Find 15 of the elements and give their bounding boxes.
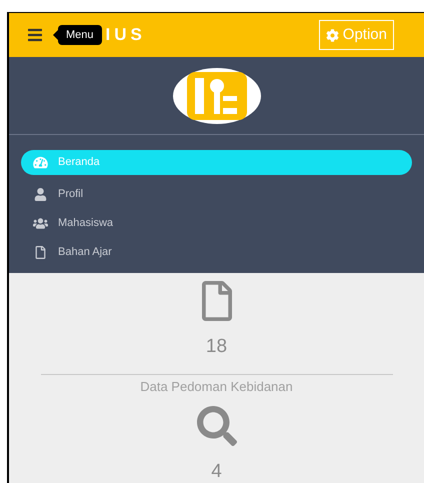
stat-value: 18 bbox=[206, 335, 228, 359]
menu-tooltip: Menu bbox=[58, 24, 102, 46]
settings-icon bbox=[326, 28, 339, 42]
app-title: IUS bbox=[106, 24, 146, 46]
search-icon bbox=[196, 406, 236, 446]
nav-item[interactable]: Mahasiswa bbox=[21, 209, 412, 238]
dashboard-icon bbox=[33, 156, 48, 169]
user-icon bbox=[33, 188, 48, 201]
stat-value: 4 bbox=[211, 460, 222, 483]
file-icon bbox=[33, 246, 48, 259]
menu-icon[interactable] bbox=[25, 27, 45, 43]
users-icon bbox=[33, 217, 48, 230]
nav-item[interactable]: Bahan Ajar bbox=[21, 238, 412, 267]
stat-caption: Data Pedoman Kebidanan bbox=[140, 378, 293, 396]
nav-item[interactable]: Profil bbox=[21, 180, 412, 209]
